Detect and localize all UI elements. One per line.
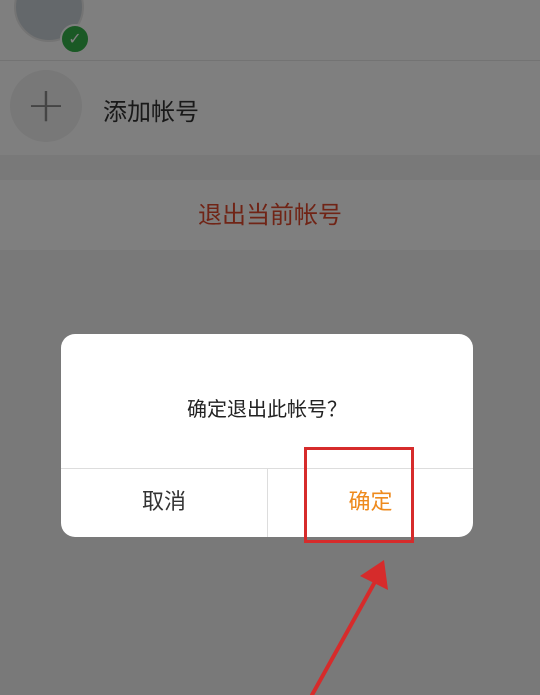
annotation-arrow [310, 560, 388, 695]
logout-confirm-screen: ✓ + 添加帐号 退出当前帐号 确定退出此帐号？ 取消 确定 [0, 0, 540, 695]
